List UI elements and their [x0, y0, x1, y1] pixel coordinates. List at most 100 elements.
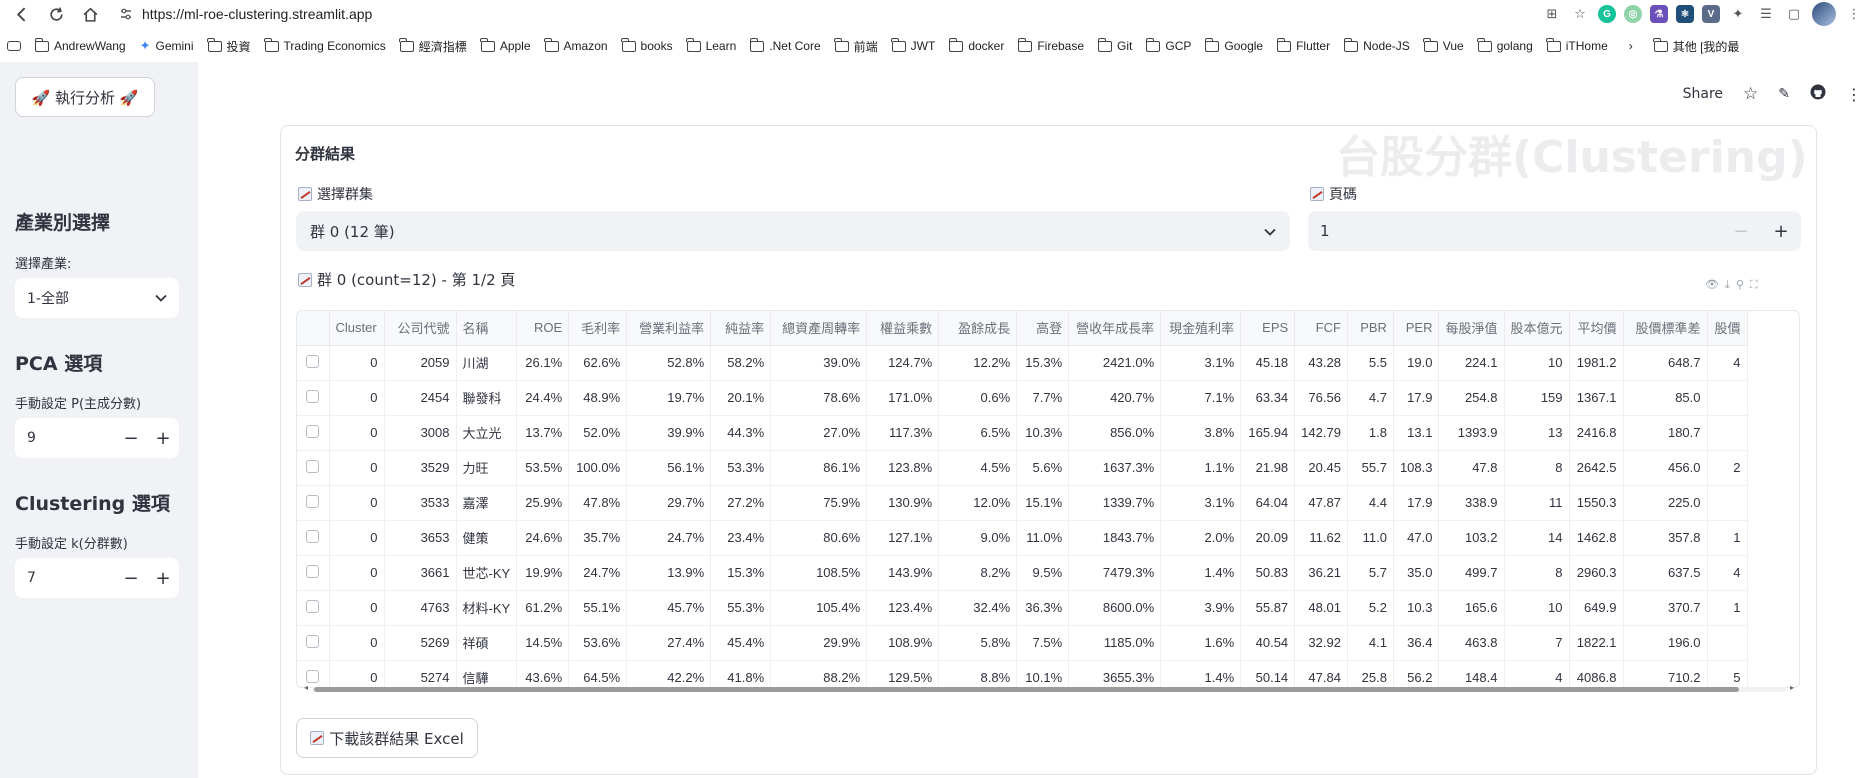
table-cell[interactable]: 0.6% — [938, 380, 1018, 416]
table-cell[interactable]: 1.4% — [1160, 660, 1242, 687]
table-cell[interactable]: 7 — [1504, 625, 1570, 661]
table-cell[interactable]: 5.7 — [1347, 555, 1394, 591]
table-cell[interactable]: 7479.3% — [1068, 555, 1162, 591]
other-bookmarks[interactable]: 其他 [我的最 — [1647, 34, 1747, 58]
table-cell[interactable]: 13 — [1504, 415, 1570, 451]
table-cell[interactable]: 1843.7% — [1068, 520, 1162, 556]
table-cell[interactable]: 24.4% — [516, 380, 570, 416]
table-cell[interactable]: 川湖 — [456, 345, 518, 381]
table-cell[interactable]: 64.5% — [568, 660, 628, 687]
table-cell[interactable]: 45.18 — [1240, 345, 1296, 381]
table-cell[interactable]: 9.5% — [1016, 555, 1070, 591]
table-cell[interactable]: 3.1% — [1160, 345, 1242, 381]
decrement-button[interactable]: − — [115, 428, 147, 449]
table-cell[interactable]: 材料-KY — [456, 590, 518, 626]
column-header[interactable]: 高登 — [1016, 311, 1070, 346]
table-cell[interactable]: 2454 — [384, 380, 457, 416]
bookmark-item[interactable]: Google — [1198, 34, 1270, 58]
table-cell[interactable]: 19.9% — [516, 555, 570, 591]
row-checkbox[interactable] — [297, 380, 330, 416]
edit-pencil-icon[interactable]: ✎ — [1778, 86, 1790, 102]
table-cell[interactable]: 10 — [1504, 345, 1570, 381]
table-cell[interactable]: 47.0 — [1393, 520, 1440, 556]
table-cell[interactable]: 15.1% — [1016, 485, 1070, 521]
table-cell[interactable]: 50.14 — [1240, 660, 1296, 687]
table-row[interactable]: 0 3529 力旺 53.5% 100.0% 56.1% 53.3% 86.1% 123.8% 4… — [297, 450, 1748, 486]
bookmark-item[interactable]: golang — [1471, 34, 1540, 58]
column-header[interactable]: 名稱 — [456, 311, 518, 346]
bookmark-item[interactable]: Vue — [1417, 34, 1471, 58]
table-cell[interactable]: 43.28 — [1294, 345, 1348, 381]
column-header[interactable]: 總資產周轉率 — [770, 311, 868, 346]
extension-icon[interactable]: ◎ — [1624, 5, 1642, 23]
table-cell[interactable]: 26.1% — [516, 345, 570, 381]
table-cell[interactable]: 1393.9 — [1438, 415, 1505, 451]
table-cell[interactable]: 39.9% — [626, 415, 712, 451]
table-cell[interactable]: 710.2 — [1623, 660, 1708, 687]
table-cell[interactable]: 165.94 — [1240, 415, 1296, 451]
table-cell[interactable]: 2421.0% — [1068, 345, 1162, 381]
column-header[interactable]: FCF — [1294, 311, 1348, 346]
table-cell[interactable]: 力旺 — [456, 450, 518, 486]
table-cell[interactable]: 5.6% — [1016, 450, 1070, 486]
back-icon[interactable] — [10, 2, 34, 26]
table-cell[interactable]: 健策 — [456, 520, 518, 556]
table-cell[interactable]: 20.09 — [1240, 520, 1296, 556]
row-checkbox[interactable] — [297, 450, 330, 486]
table-cell[interactable]: 8 — [1504, 555, 1570, 591]
table-cell[interactable]: 463.8 — [1438, 625, 1505, 661]
table-cell[interactable]: 17.9 — [1393, 380, 1440, 416]
table-cell[interactable]: 103.2 — [1438, 520, 1505, 556]
bookmark-item[interactable]: AndrewWang — [28, 34, 133, 58]
bookmark-item[interactable]: Node-JS — [1337, 34, 1417, 58]
bookmark-item[interactable]: 投資 — [201, 34, 258, 58]
fullscreen-icon[interactable]: ⛶ — [1750, 278, 1758, 292]
github-icon[interactable] — [1810, 84, 1826, 104]
table-cell[interactable]: 0 — [329, 345, 385, 381]
table-cell[interactable]: 10.3% — [1016, 415, 1070, 451]
tab-groups-icon[interactable]: ▢ — [1784, 4, 1804, 24]
industry-select[interactable]: 1-全部 — [15, 278, 179, 318]
row-checkbox[interactable] — [297, 555, 330, 591]
visibility-eye-icon[interactable]: 👁 — [1705, 278, 1719, 292]
table-cell[interactable]: 1822.1 — [1569, 625, 1624, 661]
table-cell[interactable]: 5269 — [384, 625, 457, 661]
table-cell[interactable]: 3.8% — [1160, 415, 1242, 451]
table-cell[interactable]: 2 — [1707, 450, 1748, 486]
table-cell[interactable]: 4.7 — [1347, 380, 1394, 416]
table-cell[interactable]: 世芯-KY — [456, 555, 518, 591]
table-cell[interactable]: 32.92 — [1294, 625, 1348, 661]
table-cell[interactable]: 53.3% — [710, 450, 772, 486]
bookmark-item[interactable]: GCP — [1139, 34, 1198, 58]
table-cell[interactable]: 105.4% — [770, 590, 868, 626]
row-checkbox[interactable] — [297, 520, 330, 556]
table-cell[interactable] — [1707, 625, 1748, 661]
reading-list-icon[interactable]: ☰ — [1756, 4, 1776, 24]
bookmark-item[interactable]: .Net Core — [743, 34, 827, 58]
table-cell[interactable]: 3008 — [384, 415, 457, 451]
column-header[interactable]: 平均價 — [1569, 311, 1624, 346]
select-all-header[interactable] — [297, 311, 330, 346]
table-cell[interactable]: 大立光 — [456, 415, 518, 451]
table-cell[interactable]: 11.62 — [1294, 520, 1348, 556]
table-cell[interactable]: 44.3% — [710, 415, 772, 451]
table-cell[interactable]: 3.9% — [1160, 590, 1242, 626]
table-cell[interactable]: 47.84 — [1294, 660, 1348, 687]
table-cell[interactable]: 48.9% — [568, 380, 628, 416]
table-cell[interactable]: 1.6% — [1160, 625, 1242, 661]
bookmark-item[interactable]: Trading Economics — [258, 34, 393, 58]
table-row[interactable]: 0 3661 世芯-KY 19.9% 24.7% 13.9% 15.3% 108.5% 143.… — [297, 555, 1748, 591]
row-checkbox[interactable] — [297, 625, 330, 661]
star-icon[interactable]: ☆ — [1743, 84, 1758, 104]
table-cell[interactable]: 1367.1 — [1569, 380, 1624, 416]
bookmark-item[interactable]: 經濟指標 — [393, 34, 474, 58]
table-cell[interactable]: 142.79 — [1294, 415, 1348, 451]
row-checkbox[interactable] — [297, 660, 330, 687]
table-cell[interactable]: 52.0% — [568, 415, 628, 451]
table-cell[interactable]: 29.9% — [770, 625, 868, 661]
table-cell[interactable] — [1707, 415, 1748, 451]
reload-icon[interactable] — [44, 2, 68, 26]
table-cell[interactable]: 4763 — [384, 590, 457, 626]
table-cell[interactable]: 4 — [1504, 660, 1570, 687]
table-cell[interactable]: 100.0% — [568, 450, 628, 486]
